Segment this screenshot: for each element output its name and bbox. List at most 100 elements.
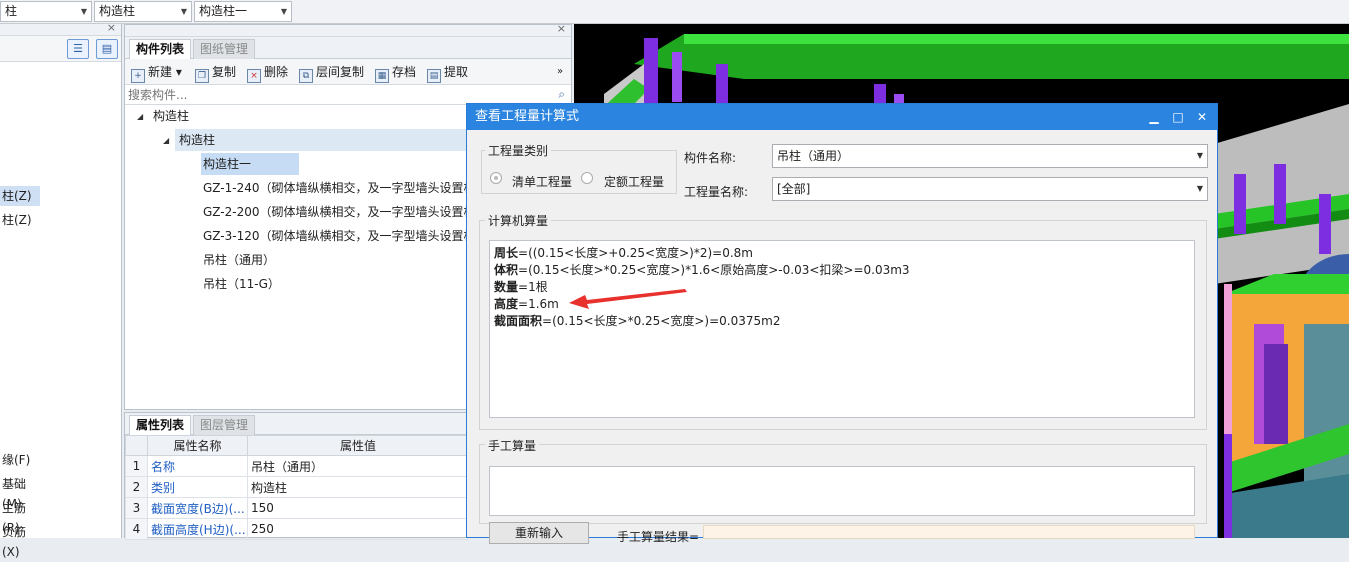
chevron-down-icon: ▼	[280, 7, 287, 16]
archive-label: 存档	[392, 65, 417, 79]
calc-key: 截面面积	[494, 314, 543, 328]
floor-type-combo[interactable]: 柱 ▼	[0, 1, 92, 22]
table-row[interactable]: 1 名称 吊柱（通用）	[125, 455, 469, 477]
close-icon[interactable]: ×	[557, 22, 566, 35]
floor-copy-label: 层间复制	[316, 65, 365, 79]
chevron-down-icon: ▼	[80, 7, 87, 16]
nav-item-m[interactable]: 基础(M)	[0, 474, 40, 511]
delete-button[interactable]: × 删除	[247, 64, 288, 83]
tab-property-list[interactable]: 属性列表	[129, 415, 192, 435]
table-row[interactable]: 4 截面高度(H边)(... 250	[125, 518, 469, 540]
nav-item-x[interactable]: 负筋(X)	[0, 522, 40, 559]
chevron-down-icon: ▼	[180, 7, 187, 16]
calc-expr: =(0.15<长度>*0.25<宽度>)*1.6<原始高度>-0.03<扣梁>=…	[518, 263, 910, 277]
component-toolbar: + 新建 ▾ ❐ 复制 × 删除 ⧉ 层间复制 ▦ 存档 ▤ 提取 »	[125, 59, 571, 85]
floor-type-value: 柱	[5, 4, 18, 18]
calc-key: 数量	[494, 280, 519, 294]
property-value[interactable]: 构造柱	[247, 476, 469, 498]
manual-calc-input[interactable]	[489, 466, 1195, 516]
tree-node-hanging-11g[interactable]: 吊柱（11-G）	[203, 273, 280, 295]
annotation-arrow-icon	[569, 289, 687, 309]
calc-expr: =((0.15<长度>+0.25<宽度>)*2)=0.8m	[518, 246, 753, 260]
chevron-down-icon: ▼	[1196, 184, 1203, 193]
radio-quota-qty[interactable]	[581, 172, 593, 184]
list-view-icon[interactable]: ☰	[67, 39, 89, 59]
property-value[interactable]: 250	[247, 518, 469, 540]
tree-expand-icon[interactable]: ◢	[163, 136, 169, 145]
more-icon[interactable]: »	[557, 64, 563, 80]
row-number: 1	[125, 455, 148, 477]
copy-label: 复制	[212, 65, 237, 79]
property-name: 截面宽度(B边)(...	[147, 497, 248, 519]
calc-key: 周长	[494, 246, 519, 260]
extract-button[interactable]: ▤ 提取	[427, 64, 468, 83]
property-name-header: 属性名称	[147, 435, 248, 456]
tree-node-selected[interactable]: 构造柱一	[201, 153, 299, 175]
qty-name-select[interactable]: [全部] ▼	[772, 177, 1208, 201]
tree-node-gz2[interactable]: GZ-2-200（砌体墙纵横相交，及一字型墙头设置构	[203, 201, 476, 223]
qty-name-value: [全部]	[777, 182, 811, 196]
tree-node-hanging-general[interactable]: 吊柱（通用）	[203, 249, 275, 271]
extract-icon: ▤	[427, 69, 441, 83]
new-button[interactable]: + 新建 ▾	[131, 64, 182, 83]
calc-line-perimeter: 周长=((0.15<长度>+0.25<宽度>)*2)=0.8m	[494, 245, 1190, 262]
pane-header: ×	[125, 22, 571, 37]
nav-item-column-2[interactable]: 柱(Z)	[0, 210, 40, 230]
component-name-value: 吊柱（通用）	[777, 149, 850, 163]
floor-copy-button[interactable]: ⧉ 层间复制	[299, 64, 364, 83]
search-icon[interactable]: ⌕	[558, 87, 565, 102]
manual-calc-label: 手工算量	[485, 437, 540, 454]
close-icon[interactable]: ✕	[1191, 104, 1213, 130]
radio-quota-qty-label: 定额工程量	[604, 175, 665, 189]
property-header-row: 属性名称 属性值	[125, 435, 469, 456]
new-icon: +	[131, 69, 145, 83]
nav-item-f[interactable]: 缘(F)	[0, 450, 40, 470]
archive-button[interactable]: ▦ 存档	[375, 64, 416, 83]
radio-bill-qty[interactable]	[490, 172, 502, 184]
tree-expand-icon[interactable]: ◢	[137, 112, 143, 121]
row-number-header	[125, 435, 148, 456]
row-number: 2	[125, 476, 148, 498]
tab-component-list[interactable]: 构件列表	[129, 39, 192, 59]
property-name: 截面高度(H边)(...	[147, 518, 248, 540]
row-number: 4	[125, 518, 148, 540]
property-value[interactable]: 吊柱（通用）	[247, 455, 469, 477]
left-nav-pane: × ☰ ▤ 柱(Z) 柱(Z) 缘(F) 基础(M) 主筋(R) 负筋(X)	[0, 21, 122, 559]
archive-icon: ▦	[375, 69, 389, 83]
table-row[interactable]: 2 类别 构造柱	[125, 476, 469, 498]
calc-formula-text[interactable]: 周长=((0.15<长度>+0.25<宽度>)*2)=0.8m 体积=(0.15…	[489, 240, 1195, 418]
tab-drawing-manager[interactable]: 图纸管理	[193, 39, 256, 59]
close-icon[interactable]: ×	[107, 21, 116, 34]
delete-icon: ×	[247, 69, 261, 83]
calc-expr: =1根	[518, 280, 548, 294]
calc-line-section-area: 截面面积=(0.15<长度>*0.25<宽度>)=0.0375m2	[494, 313, 1190, 330]
tree-node-gz1[interactable]: GZ-1-240（砌体墙纵横相交，及一字型墙头设置构	[203, 177, 476, 199]
qty-type-group-label: 工程量类别	[485, 142, 552, 159]
component-combo[interactable]: 构造柱一 ▼	[194, 1, 292, 22]
dialog-titlebar: 查看工程量计算式 ▁ □ ✕	[467, 104, 1217, 130]
search-input[interactable]	[125, 85, 545, 104]
property-value[interactable]: 150	[247, 497, 469, 519]
tree-node-gz3[interactable]: GZ-3-120（砌体墙纵横相交，及一字型墙头设置构	[203, 225, 476, 247]
manual-result-field	[703, 525, 1195, 539]
qty-name-label: 工程量名称:	[684, 185, 749, 199]
nav-item-r[interactable]: 主筋(R)	[0, 498, 40, 535]
new-label: 新建	[148, 65, 173, 79]
component-name-select[interactable]: 吊柱（通用） ▼	[772, 144, 1208, 168]
component-name-label: 构件名称:	[684, 151, 737, 165]
tree-node-category[interactable]: 构造柱	[153, 105, 189, 127]
calc-expr: =1.6m	[518, 297, 559, 311]
row-number: 3	[125, 497, 148, 519]
copy-button[interactable]: ❐ 复制	[195, 64, 236, 83]
maximize-icon[interactable]: □	[1167, 104, 1189, 130]
component-type-combo[interactable]: 构造柱 ▼	[94, 1, 192, 22]
detail-view-icon[interactable]: ▤	[96, 39, 118, 59]
table-row[interactable]: 3 截面宽度(B边)(... 150	[125, 497, 469, 519]
minimize-icon[interactable]: ▁	[1143, 104, 1165, 130]
nav-toolbar: ☰ ▤	[0, 36, 121, 62]
reinput-button[interactable]: 重新输入	[489, 522, 589, 544]
tab-layer-manager[interactable]: 图层管理	[193, 415, 256, 435]
manual-result-label: 手工算量结果=	[617, 530, 700, 544]
property-table: 属性名称 属性值 1 名称 吊柱（通用） 2 类别 构造柱 3 截面宽度(B边)…	[125, 435, 469, 540]
nav-item-column[interactable]: 柱(Z)	[0, 186, 40, 206]
